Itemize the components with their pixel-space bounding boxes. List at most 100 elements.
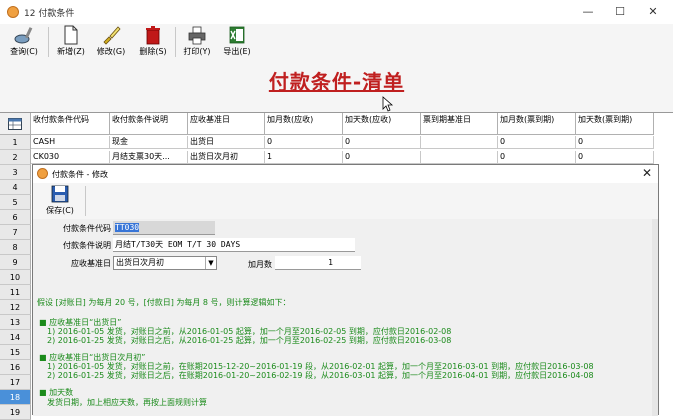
- print-button[interactable]: 打印(Y): [179, 24, 215, 60]
- row-header[interactable]: 2: [0, 150, 31, 165]
- delete-button[interactable]: 删除(S): [135, 24, 171, 60]
- list-banner: 付款条件-清单: [0, 60, 673, 112]
- row-header[interactable]: 3: [0, 165, 31, 180]
- grid-cell[interactable]: 0: [498, 136, 576, 149]
- row-header[interactable]: 19: [0, 405, 31, 420]
- column-header[interactable]: 加天数(应收): [343, 113, 421, 135]
- row-header[interactable]: 10: [0, 270, 31, 285]
- export-button-label: 导出(E): [223, 47, 251, 56]
- code-field-value: TT030: [115, 223, 140, 232]
- row-header[interactable]: 14: [0, 330, 31, 345]
- print-button-label: 打印(Y): [183, 47, 211, 56]
- grid-cell[interactable]: 月结支票30天...: [110, 151, 188, 164]
- save-button-label: 保存(C): [46, 206, 74, 215]
- dropdown-arrow-icon: ▼: [205, 257, 216, 269]
- query-button-label: 查询(C): [10, 47, 38, 56]
- row-header[interactable]: 12: [0, 300, 31, 315]
- window-title: 12 付款条件: [24, 9, 75, 19]
- toolbar-separator: [48, 27, 49, 57]
- add-button[interactable]: 新增(Z): [54, 24, 88, 60]
- modify-dialog: 付款条件 - 修改 ✕ 保存(C) 付款条件代码 TT030 付款条件说明 月结…: [32, 164, 659, 416]
- delete-button-label: 删除(S): [139, 47, 167, 56]
- trash-icon: [146, 26, 160, 45]
- grid-cell[interactable]: 0: [576, 151, 654, 164]
- dialog-title: 付款条件 - 修改: [52, 170, 108, 179]
- column-header[interactable]: 收付款条件说明: [110, 113, 188, 135]
- row-header[interactable]: 9: [0, 255, 31, 270]
- minimize-button[interactable]: —: [573, 3, 603, 21]
- new-file-icon: [64, 25, 78, 45]
- grid-corner[interactable]: [0, 113, 31, 135]
- row-header[interactable]: 18: [0, 390, 31, 405]
- desc-label: 付款条件说明: [63, 241, 111, 250]
- row-header[interactable]: 8: [0, 240, 31, 255]
- query-button[interactable]: 查询(C): [6, 24, 42, 60]
- grid-cell[interactable]: [421, 151, 498, 164]
- modify-button[interactable]: 修改(G): [93, 24, 129, 60]
- add-button-label: 新增(Z): [57, 47, 85, 56]
- grid-cell[interactable]: 0: [265, 136, 343, 149]
- row-header[interactable]: 4: [0, 180, 31, 195]
- grid-cell[interactable]: CASH: [31, 136, 110, 149]
- row-header[interactable]: 16: [0, 360, 31, 375]
- save-disk-icon: [51, 185, 69, 203]
- toolbar-separator: [175, 27, 176, 57]
- column-header[interactable]: 应收基准日: [188, 113, 265, 135]
- column-header[interactable]: 加天数(票到期): [576, 113, 654, 135]
- column-header[interactable]: 加月数(应收): [265, 113, 343, 135]
- grid-cell[interactable]: 0: [343, 136, 421, 149]
- dialog-app-icon: [37, 168, 48, 179]
- intro-note: 假设 [对账日] 为每月 20 号，[付款日] 为每月 8 号，则计算逻辑如下：: [37, 298, 291, 307]
- excel-icon: [229, 26, 245, 44]
- grid-cell[interactable]: CK030: [31, 151, 110, 164]
- app-icon: [7, 6, 19, 18]
- row-header[interactable]: 15: [0, 345, 31, 360]
- grid-cell[interactable]: 出货日: [188, 136, 265, 149]
- desc-field[interactable]: 月结T/T30天 EOM T/T 30 DAYS: [113, 238, 355, 252]
- section3-heading: 加天数: [39, 388, 73, 398]
- code-label: 付款条件代码: [63, 224, 111, 233]
- months-label: 加月数: [248, 260, 272, 269]
- grid-cell[interactable]: 出货日次月初: [188, 151, 265, 164]
- section3-line1: 发货日期，加上相应天数，再按上面规则计算: [47, 398, 207, 407]
- column-header[interactable]: 票到期基准日: [421, 113, 498, 135]
- column-header[interactable]: 收付款条件代码: [31, 113, 110, 135]
- row-header[interactable]: 17: [0, 375, 31, 390]
- base-date-value: 出货日次月初: [116, 258, 164, 267]
- maximize-button[interactable]: ☐: [605, 3, 635, 21]
- row-header[interactable]: 5: [0, 195, 31, 210]
- close-window-button[interactable]: ✕: [638, 3, 668, 21]
- row-header[interactable]: 6: [0, 210, 31, 225]
- dialog-close-button[interactable]: ✕: [642, 166, 652, 180]
- code-field[interactable]: TT030: [113, 221, 215, 235]
- printer-icon: [188, 26, 206, 45]
- row-header[interactable]: 7: [0, 225, 31, 240]
- dialog-toolbar: 保存(C): [33, 183, 658, 219]
- save-button[interactable]: 保存(C): [41, 183, 79, 219]
- window-titlebar: 12 付款条件 — ☐ ✕: [0, 0, 673, 24]
- modify-button-label: 修改(G): [96, 47, 126, 56]
- dialog-scrollbar[interactable]: [652, 219, 658, 416]
- grid-cell[interactable]: [421, 136, 498, 149]
- query-icon: [14, 27, 33, 44]
- section2-line2: 2) 2016-01-25 发货，对账日之后，在账期2016-01-20~201…: [47, 371, 594, 380]
- dialog-titlebar: 付款条件 - 修改 ✕: [33, 165, 658, 183]
- months-field[interactable]: 1: [275, 256, 361, 270]
- base-date-select[interactable]: 出货日次月初 ▼: [113, 256, 217, 270]
- grid-cell[interactable]: 现金: [110, 136, 188, 149]
- section1-line2: 2) 2016-01-25 发货，对账日之后，从2016-01-25 起算，加一…: [47, 336, 452, 345]
- toolbar-separator: [85, 186, 86, 216]
- column-header[interactable]: 加月数(票到期): [498, 113, 576, 135]
- grid-cell[interactable]: 0: [576, 136, 654, 149]
- grid-cell[interactable]: 1: [265, 151, 343, 164]
- grid-settings-icon: [8, 118, 22, 130]
- row-header[interactable]: 11: [0, 285, 31, 300]
- mouse-cursor-icon: [382, 96, 394, 112]
- row-header[interactable]: 13: [0, 315, 31, 330]
- edit-brush-icon: [103, 26, 121, 45]
- grid-cell[interactable]: 0: [498, 151, 576, 164]
- grid-cell[interactable]: 0: [343, 151, 421, 164]
- export-button[interactable]: 导出(E): [219, 24, 255, 60]
- main-toolbar: 查询(C) 新增(Z) 修改(G) 删除(S) 打印(Y) 导出(E): [0, 24, 673, 60]
- row-header[interactable]: 1: [0, 135, 31, 150]
